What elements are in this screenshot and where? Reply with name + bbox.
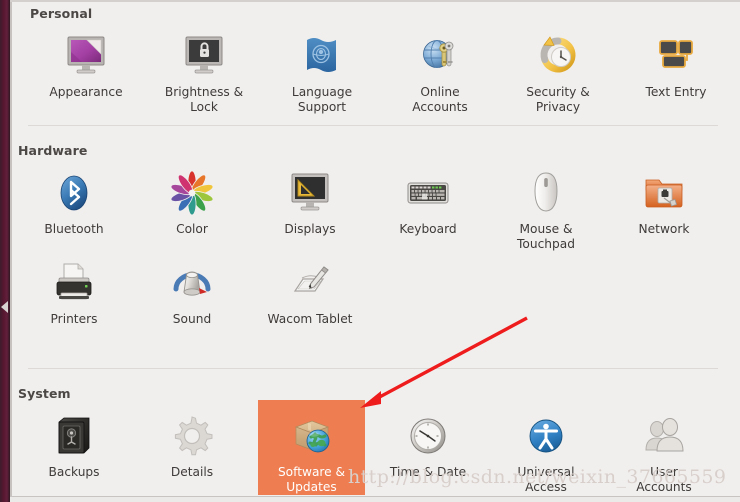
section-title-hardware: Hardware — [18, 143, 88, 158]
settings-item-label: Brightness & Lock — [164, 85, 244, 114]
settings-item-label: Details — [170, 465, 214, 479]
printers-icon — [20, 251, 128, 307]
settings-item-label: Displays — [284, 222, 336, 236]
settings-item-backups[interactable]: Backups — [20, 404, 128, 480]
watermark-text: http://blog.csdn.net/weixin_37665559 — [348, 466, 727, 488]
settings-item-text-entry[interactable]: Text Entry — [622, 24, 730, 100]
online-accounts-icon — [386, 24, 494, 80]
settings-item-keyboard[interactable]: Keyboard — [374, 161, 482, 237]
software-updates-icon — [258, 404, 365, 460]
settings-item-label: Wacom Tablet — [267, 312, 353, 326]
language-support-icon — [268, 24, 376, 80]
sound-icon — [138, 251, 246, 307]
wacom-tablet-icon — [256, 251, 364, 307]
settings-item-printers[interactable]: Printers — [20, 251, 128, 327]
section-divider-system — [28, 368, 718, 369]
settings-item-label: Text Entry — [645, 85, 707, 99]
settings-item-label: Network — [638, 222, 690, 236]
system-settings-window: Personal Appearance Brightness & Lock La… — [0, 0, 740, 502]
section-divider-hardware — [28, 125, 718, 126]
section-hardware: Hardware Bluetooth Color Displays Keyboa… — [12, 125, 740, 368]
settings-item-label: Online Accounts — [412, 85, 468, 114]
settings-item-label: Keyboard — [399, 222, 457, 236]
settings-item-label: Mouse & Touchpad — [517, 222, 575, 251]
text-entry-icon — [622, 24, 730, 80]
settings-item-label: Printers — [50, 312, 98, 326]
security-privacy-icon — [504, 24, 612, 80]
keyboard-icon — [374, 161, 482, 217]
settings-item-label: Backups — [48, 465, 100, 479]
settings-item-displays[interactable]: Displays — [256, 161, 364, 237]
user-accounts-icon — [610, 404, 718, 460]
settings-item-label: Color — [176, 222, 208, 236]
bluetooth-icon — [20, 161, 128, 217]
section-title-system: System — [18, 386, 71, 401]
mouse-touchpad-icon — [492, 161, 600, 217]
settings-item-label: Bluetooth — [44, 222, 104, 236]
settings-item-online-accounts[interactable]: Online Accounts — [386, 24, 494, 114]
settings-item-network[interactable]: Network — [610, 161, 718, 237]
settings-item-details[interactable]: Details — [138, 404, 246, 480]
window-left-border — [10, 0, 12, 502]
universal-access-icon — [492, 404, 600, 460]
window-top-border — [10, 0, 740, 2]
window-bottom-border — [10, 496, 740, 502]
backups-icon — [20, 404, 128, 460]
settings-item-label: Appearance — [49, 85, 123, 99]
settings-item-label: Sound — [172, 312, 212, 326]
time-date-icon — [374, 404, 482, 460]
settings-item-bluetooth[interactable]: Bluetooth — [20, 161, 128, 237]
launcher-reveal-arrow-icon[interactable] — [1, 301, 8, 313]
settings-item-brightness-lock[interactable]: Brightness & Lock — [150, 24, 258, 114]
appearance-icon — [32, 24, 140, 80]
displays-icon — [256, 161, 364, 217]
settings-item-label: Security & Privacy — [526, 85, 590, 114]
details-icon — [138, 404, 246, 460]
settings-item-color[interactable]: Color — [138, 161, 246, 237]
section-title-personal: Personal — [30, 6, 93, 21]
color-icon — [138, 161, 246, 217]
settings-item-label: Language Support — [291, 85, 353, 114]
section-personal: Personal Appearance Brightness & Lock La… — [12, 2, 740, 127]
network-icon — [610, 161, 718, 217]
ubuntu-launcher-strip[interactable] — [0, 0, 10, 502]
settings-item-security-privacy[interactable]: Security & Privacy — [504, 24, 612, 114]
settings-item-mouse-touchpad[interactable]: Mouse & Touchpad — [492, 161, 600, 251]
settings-item-appearance[interactable]: Appearance — [32, 24, 140, 100]
brightness-lock-icon — [150, 24, 258, 80]
settings-item-wacom-tablet[interactable]: Wacom Tablet — [256, 251, 364, 327]
settings-item-sound[interactable]: Sound — [138, 251, 246, 327]
settings-item-language-support[interactable]: Language Support — [268, 24, 376, 114]
settings-panel-content: Personal Appearance Brightness & Lock La… — [12, 2, 740, 496]
